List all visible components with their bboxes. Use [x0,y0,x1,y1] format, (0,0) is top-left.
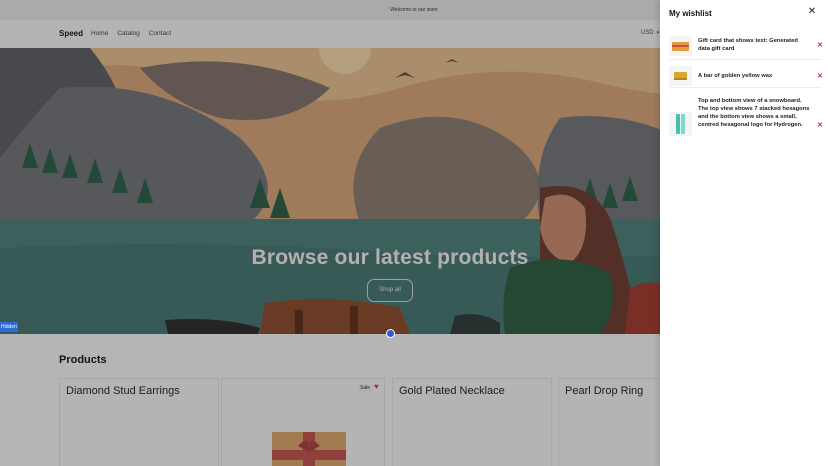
remove-icon[interactable]: ✕ [817,121,823,129]
gift-card-icon [669,36,692,56]
wishlist-item[interactable]: Top and bottom view of a snowboard. The … [669,92,823,158]
remove-icon[interactable]: ✕ [817,72,823,80]
wax-bar-icon [669,66,692,86]
wishlist-item[interactable]: A bar of golden yellow wax ✕ [669,64,823,88]
close-icon[interactable]: ✕ [807,7,817,17]
wishlist-item-name: Gift card that shows text: Generated dat… [698,38,798,52]
slider-indicator-dot[interactable] [386,329,395,338]
wishlist-item-name: A bar of golden yellow wax [698,73,773,79]
wishlist-drawer: My wishlist ✕ Gift card that shows text:… [660,0,828,466]
snowboard-icon [669,112,692,136]
wishlist-item[interactable]: Gift card that shows text: Generated dat… [669,34,823,60]
wishlist-title: My wishlist [669,9,712,18]
wishlist-item-name: Top and bottom view of a snowboard. The … [698,98,810,128]
remove-icon[interactable]: ✕ [817,41,823,49]
hidden-side-tab[interactable]: Hidden [0,322,18,332]
overlay-backdrop[interactable] [0,0,660,466]
